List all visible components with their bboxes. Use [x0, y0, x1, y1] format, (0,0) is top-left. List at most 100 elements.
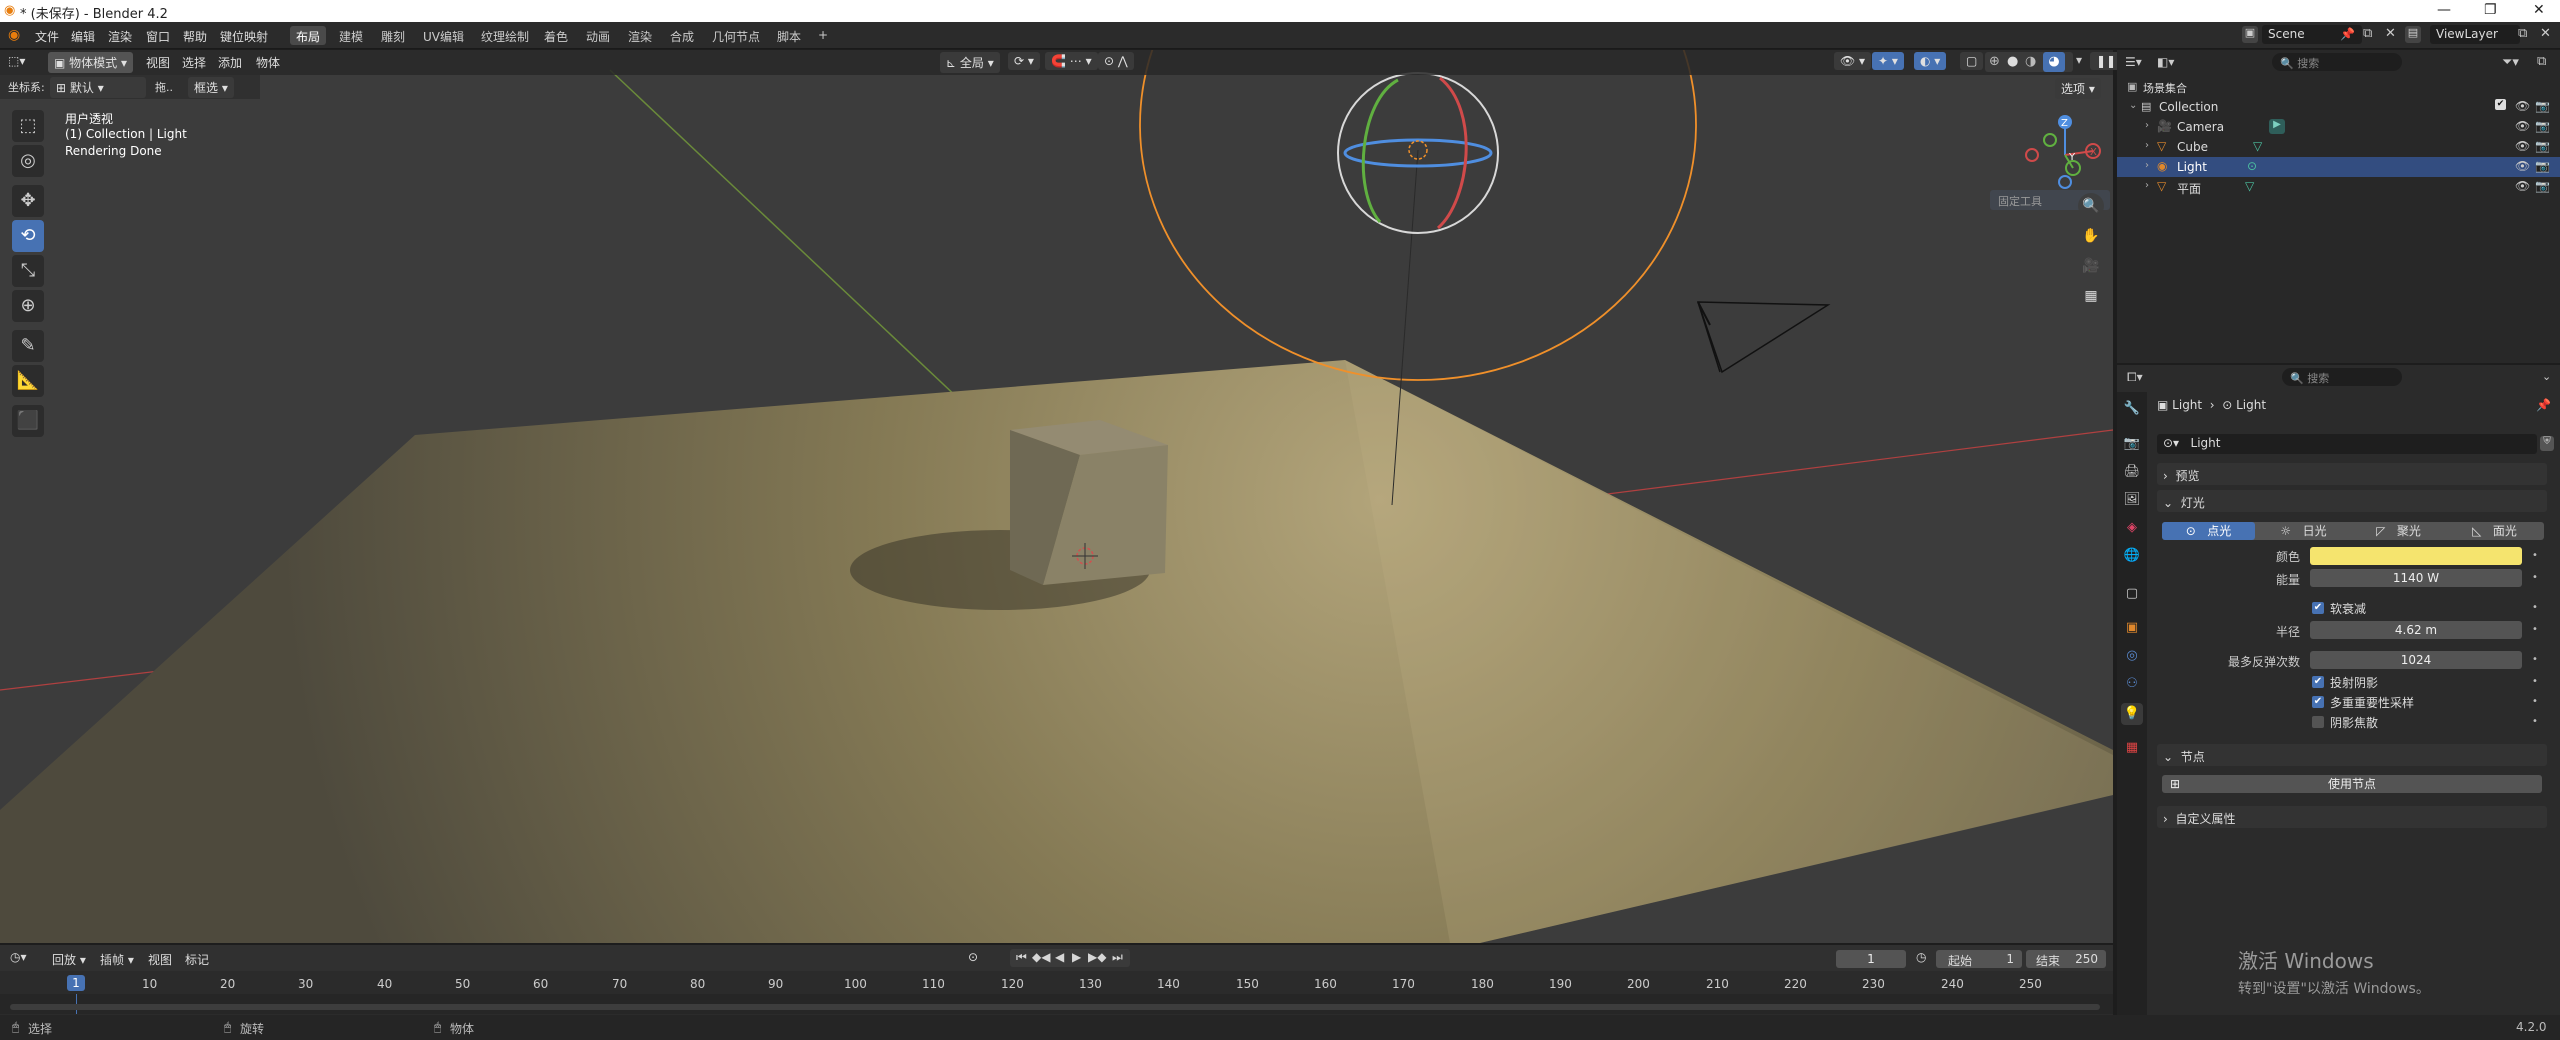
keyframe-dot[interactable]: • [2532, 654, 2538, 665]
menu-timeline-view[interactable]: 视图 [148, 951, 172, 968]
view-layer-selector[interactable]: ViewLayer [2430, 25, 2520, 44]
render-camera-icon[interactable]: 📷 [2535, 99, 2550, 113]
keyframe-dot[interactable]: • [2532, 572, 2538, 583]
ortho-grid-icon[interactable]: ▦ [2078, 283, 2104, 309]
render-camera-icon[interactable]: 📷 [2535, 119, 2550, 133]
add-cube-tool[interactable]: ⬛ [12, 405, 44, 437]
expand-chevron-icon[interactable]: › [2145, 140, 2149, 151]
outliner-collection[interactable]: ⌄ ▤ Collection ✔ 👁 📷 [2117, 97, 2560, 117]
solid-shading-icon[interactable]: ● [2007, 54, 2018, 69]
light-type-sun[interactable]: ☼ 日光 [2257, 522, 2350, 540]
editor-type-icon[interactable]: ⬚▾ [8, 54, 25, 68]
light-color-swatch[interactable] [2310, 547, 2522, 565]
rendered-shading-icon[interactable]: ◕ [2043, 52, 2065, 72]
menu-add[interactable]: 添加 [218, 54, 242, 71]
orientation-selector[interactable]: ⊞ 默认 ▾ [50, 77, 146, 98]
new-view-layer-icon[interactable]: ⧉ [2518, 26, 2527, 41]
menu-render[interactable]: 渲染 [108, 28, 132, 45]
cursor-tool[interactable]: ◎ [12, 145, 44, 177]
outliner-item-camera[interactable]: › 🎥 Camera ▶ 👁 📷 [2117, 117, 2560, 137]
expand-chevron-icon[interactable]: ⌄ [2129, 100, 2137, 111]
power-field[interactable]: 1140 W [2310, 569, 2522, 587]
material-shading-icon[interactable]: ◑ [2025, 54, 2036, 69]
minimize-icon[interactable]: — [2437, 2, 2451, 18]
shading-popover-icon[interactable]: ▾ [2076, 53, 2082, 67]
render-camera-icon[interactable]: 📷 [2535, 179, 2550, 193]
light-panel-header[interactable]: ⌄ 灯光 [2157, 490, 2547, 512]
close-icon[interactable]: ✕ [2533, 2, 2545, 18]
delete-view-layer-icon[interactable]: ✕ [2540, 26, 2551, 41]
transform-orientation[interactable]: ⊾ 全局 ▾ [940, 52, 1000, 73]
xray-toggle[interactable]: ▢ [1960, 52, 1984, 70]
zoom-icon[interactable]: 🔍 [2078, 193, 2104, 219]
3d-viewport[interactable]: ⬚ ◎ ✥ ⟲ ⤡ ⊕ ✎ 📐 ⬛ 用户透视 (1) Collection | … [0, 50, 2113, 943]
workspace-tab-animation[interactable]: 动画 [580, 26, 616, 45]
shading-modes[interactable]: ⊕ ● ◑ ◕ [1985, 52, 2073, 72]
keyframe-dot[interactable]: • [2532, 550, 2538, 561]
render-tab-icon[interactable]: 📷 [2121, 433, 2143, 455]
maximize-icon[interactable]: ❐ [2484, 2, 2497, 18]
select-mode-selector[interactable]: 框选 ▾ [188, 77, 234, 98]
play-reverse-icon[interactable]: ◀ [1055, 950, 1064, 964]
light-data-tab-icon[interactable]: 💡 [2121, 703, 2143, 725]
cast-shadow-checkbox[interactable]: ✔ [2312, 676, 2324, 688]
next-keyframe-icon[interactable]: ▶◆ [1088, 950, 1106, 964]
new-scene-icon[interactable]: ⧉ [2363, 26, 2372, 41]
visibility-eye-icon[interactable]: 👁 [2515, 139, 2530, 153]
light-type-spot[interactable]: ◸ 聚光 [2352, 522, 2445, 540]
max-bounces-field[interactable]: 1024 [2310, 651, 2522, 669]
prev-keyframe-icon[interactable]: ◆◀ [1032, 950, 1050, 964]
properties-options-icon[interactable]: ⌄ [2542, 370, 2551, 383]
measure-tool[interactable]: 📐 [12, 365, 44, 397]
light-type-point[interactable]: ⊙ 点光 [2162, 522, 2255, 540]
render-camera-icon[interactable]: 📷 [2535, 159, 2550, 173]
drag-selector[interactable]: 拖.. [155, 79, 173, 95]
menu-window[interactable]: 窗口 [146, 28, 170, 45]
outliner-item-light[interactable]: › ◉ Light ⊙ 👁 📷 [2117, 157, 2560, 177]
fake-user-shield-icon[interactable]: ⛨ [2540, 436, 2554, 451]
keyframe-dot[interactable]: • [2532, 624, 2538, 635]
filter-icon[interactable]: ⏷▾ [2502, 55, 2519, 70]
menu-marker[interactable]: 标记 [185, 951, 209, 968]
preview-panel-header[interactable]: › 预览 [2157, 463, 2547, 485]
menu-object[interactable]: 物体 [256, 54, 280, 71]
proportional-edit[interactable]: ⊙ ⋀ [1098, 52, 1134, 70]
custom-properties-header[interactable]: › 自定义属性 [2157, 806, 2547, 828]
workspace-tab-uv[interactable]: UV编辑 [417, 26, 470, 45]
pin-icon[interactable]: 📌 [2340, 27, 2355, 41]
current-frame-field[interactable]: 1 [1836, 950, 1906, 968]
menu-keymap[interactable]: 键位映射 [220, 28, 268, 45]
snap-toggle[interactable]: 🧲 ⋯ ▾ [1045, 52, 1098, 70]
select-box-tool[interactable]: ⬚ [12, 110, 44, 142]
exclude-checkbox[interactable]: ✔ [2495, 99, 2506, 110]
playhead[interactable]: 1 [67, 975, 85, 991]
workspace-tab-shading[interactable]: 着色 [538, 26, 574, 45]
workspace-tab-compositing[interactable]: 合成 [664, 26, 700, 45]
outliner-item-cube[interactable]: › ▽ Cube ▽ 👁 📷 [2117, 137, 2560, 157]
rotate-tool[interactable]: ⟲ [12, 220, 44, 252]
pan-hand-icon[interactable]: ✋ [2078, 223, 2104, 249]
start-frame-field[interactable]: 起始 1 [1936, 950, 2022, 968]
soft-falloff-checkbox[interactable]: ✔ [2312, 602, 2324, 614]
outliner-item-plane[interactable]: › ▽ 平面 ▽ 👁 📷 [2117, 177, 2560, 197]
visibility-eye-icon[interactable]: 👁 [2515, 179, 2530, 193]
scene-icon[interactable]: ▣ [2242, 26, 2258, 43]
play-icon[interactable]: ▶ [1072, 950, 1081, 964]
keyframe-dot[interactable]: • [2532, 676, 2538, 687]
timeline-editor-icon[interactable]: ◷▾ [10, 950, 27, 964]
overlay-toggle[interactable]: ◐ ▾ [1914, 52, 1947, 70]
move-tool[interactable]: ✥ [12, 185, 44, 217]
light-type-area[interactable]: ◺ 面光 [2447, 522, 2542, 540]
viewport-visibility[interactable]: 👁 ▾ [1834, 52, 1872, 70]
workspace-tab-texture-paint[interactable]: 纹理绘制 [475, 26, 535, 45]
keyframe-dot[interactable]: • [2532, 602, 2538, 613]
properties-search-input[interactable]: 🔍 搜索 [2282, 368, 2402, 386]
annotate-tool[interactable]: ✎ [12, 330, 44, 362]
nodes-panel-header[interactable]: ⌄ 节点 [2157, 744, 2547, 766]
workspace-tab-layout[interactable]: 布局 [290, 26, 327, 45]
menu-file[interactable]: 文件 [35, 28, 59, 45]
mode-selector[interactable]: ▣ 物体模式 ▾ [48, 52, 134, 73]
outliner-scene-collection[interactable]: ▣ 场景集合 [2117, 77, 2560, 97]
delete-scene-icon[interactable]: ✕ [2385, 26, 2396, 41]
visibility-eye-icon[interactable]: 👁 [2515, 99, 2530, 113]
